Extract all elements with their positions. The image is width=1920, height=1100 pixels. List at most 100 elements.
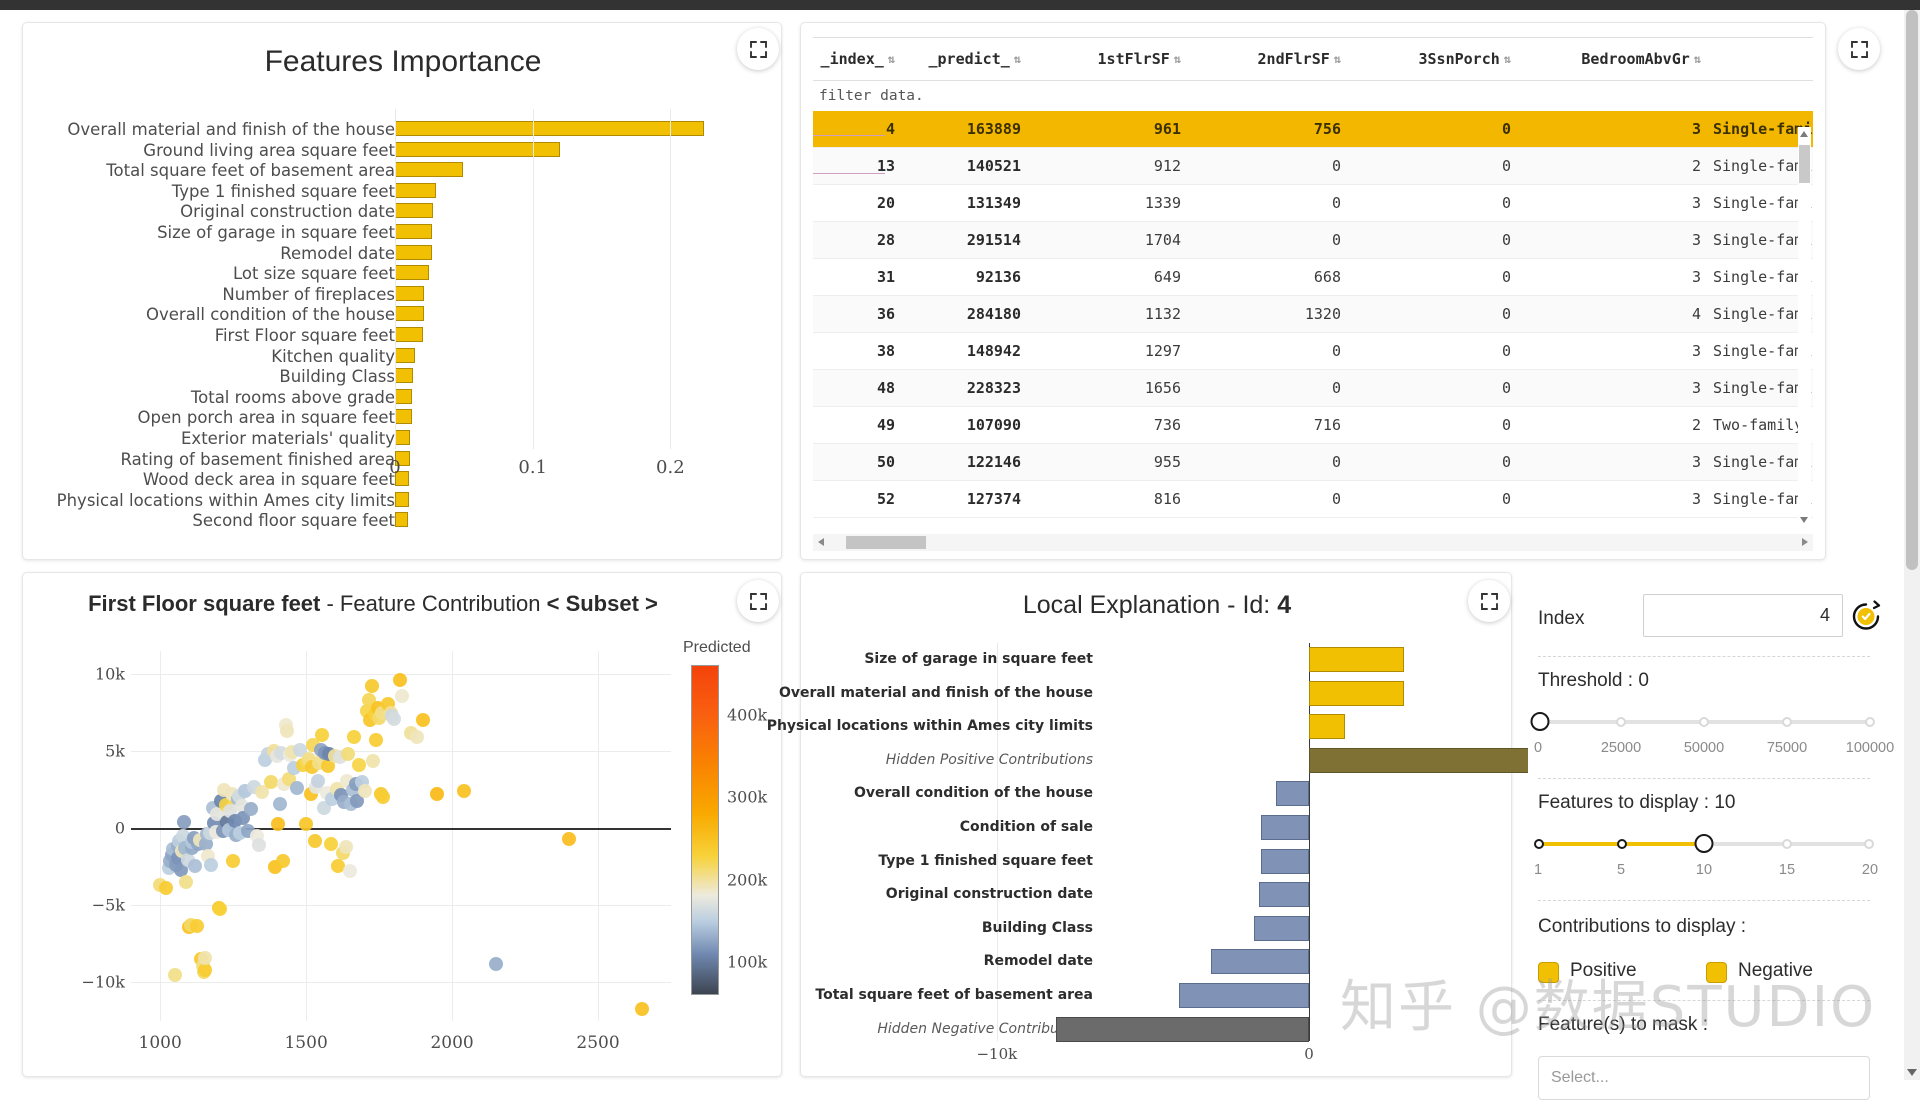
table-column-header[interactable]: BldgType⇅: [1707, 37, 1813, 81]
expand-icon-feature-contribution[interactable]: [737, 580, 779, 622]
page-scroll-thumb[interactable]: [1906, 10, 1918, 570]
scatter-point[interactable]: [347, 730, 362, 745]
sort-arrows-icon[interactable]: ⇅: [1504, 52, 1511, 66]
table-filter-row[interactable]: filter data.: [813, 81, 1813, 112]
table-vertical-scrollbar[interactable]: [1798, 127, 1811, 527]
scatter-point[interactable]: [395, 688, 410, 703]
features-slider-handle[interactable]: [1694, 834, 1714, 853]
local-explanation-bar-row[interactable]: Overall material and finish of the house: [779, 677, 1499, 711]
local-explanation-bar[interactable]: [1210, 949, 1309, 975]
features-importance-bar-row[interactable]: Ground living area square feet: [73, 140, 753, 161]
table-row[interactable]: 282915141704003Single-family Detached: [813, 221, 1813, 259]
features-slider-node-20[interactable]: [1864, 839, 1874, 849]
scatter-point[interactable]: [338, 839, 353, 854]
features-slider-node-15[interactable]: [1782, 839, 1792, 849]
local-explanation-bar[interactable]: [1254, 915, 1309, 941]
local-explanation-bar[interactable]: [1276, 781, 1309, 807]
local-explanation-bar-row[interactable]: Building Class: [819, 912, 1499, 946]
local-explanation-bar[interactable]: [1309, 680, 1405, 706]
table-row[interactable]: 319213664966803Single-family Detached: [813, 258, 1813, 296]
table-filter-input[interactable]: filter data.: [813, 81, 1813, 112]
scatter-point[interactable]: [369, 733, 384, 748]
features-slider-node-5[interactable]: [1617, 839, 1627, 849]
table-row[interactable]: 416388996175603Single-family Detached: [813, 111, 1813, 148]
expand-icon-data-table[interactable]: [1838, 28, 1880, 70]
scatter-point[interactable]: [364, 679, 379, 694]
features-importance-bar-row[interactable]: Number of fireplaces: [73, 284, 753, 305]
sort-arrows-icon[interactable]: ⇅: [1334, 52, 1341, 66]
features-importance-bar[interactable]: [395, 285, 424, 301]
local-explanation-bar[interactable]: [1260, 814, 1309, 840]
local-explanation-bar[interactable]: [1309, 714, 1345, 740]
scatter-point[interactable]: [176, 815, 191, 830]
table-horizontal-scrollbar[interactable]: [813, 534, 1813, 551]
threshold-slider-node[interactable]: [1865, 717, 1875, 727]
features-importance-bar-row[interactable]: Total rooms above grade: [73, 387, 753, 408]
local-explanation-bar-row[interactable]: Hidden Positive Contributions: [819, 744, 1545, 778]
features-importance-bar[interactable]: [395, 182, 436, 198]
local-explanation-bar-row[interactable]: Type 1 finished square feet: [819, 845, 1499, 879]
features-slider[interactable]: [1534, 834, 1874, 854]
local-explanation-bar-row[interactable]: Overall condition of the house: [819, 777, 1499, 811]
scatter-point[interactable]: [357, 784, 372, 799]
scatter-point[interactable]: [252, 838, 267, 853]
scatter-point[interactable]: [299, 817, 314, 832]
table-column-header[interactable]: 3SsnPorch ⇅: [1347, 37, 1517, 81]
scatter-point[interactable]: [213, 902, 228, 917]
features-importance-bar-row[interactable]: Open porch area in square feet: [73, 407, 753, 428]
refresh-check-icon[interactable]: [1850, 600, 1882, 632]
scroll-down-arrow-icon[interactable]: [1800, 517, 1808, 523]
local-explanation-bar[interactable]: [1056, 1016, 1309, 1042]
features-importance-bar[interactable]: [395, 121, 705, 136]
scroll-right-arrow-icon[interactable]: [1802, 538, 1808, 546]
features-importance-bar[interactable]: [395, 244, 432, 260]
table-row[interactable]: 52127374816003Single-family Detached: [813, 480, 1813, 518]
table-column-header[interactable]: 2ndFlrSF ⇅: [1187, 37, 1347, 81]
table-column-header[interactable]: _predict_ ⇅: [901, 37, 1027, 81]
features-importance-bar[interactable]: [395, 347, 415, 363]
local-explanation-bar[interactable]: [1309, 647, 1405, 672]
local-explanation-bar-row[interactable]: Condition of sale: [819, 811, 1499, 845]
local-explanation-bar-row[interactable]: Remodel date: [819, 945, 1499, 979]
table-row[interactable]: 482283231656003Single-family Detached: [813, 369, 1813, 407]
scroll-up-arrow-icon[interactable]: [1800, 131, 1808, 137]
scatter-point[interactable]: [488, 956, 503, 971]
local-explanation-bar[interactable]: [1179, 982, 1309, 1008]
features-importance-bar-row[interactable]: Original construction date: [73, 201, 753, 222]
scatter-point[interactable]: [634, 1001, 649, 1016]
features-importance-bar-row[interactable]: First Floor square feet: [73, 325, 753, 346]
vertical-scroll-thumb[interactable]: [1799, 145, 1810, 183]
table-row[interactable]: 381489421297003Single-family Detached: [813, 332, 1813, 370]
sort-arrows-icon[interactable]: ⇅: [888, 52, 895, 66]
local-explanation-bar-row[interactable]: Size of garage in square feet: [819, 643, 1499, 677]
table-row[interactable]: 4910709073671602Two-family Conversion; o…: [813, 406, 1813, 444]
threshold-slider-node[interactable]: [1699, 717, 1709, 727]
local-explanation-bar[interactable]: [1260, 848, 1309, 874]
features-importance-bar-row[interactable]: Building Class: [73, 366, 753, 387]
scatter-point[interactable]: [307, 834, 322, 849]
local-explanation-bar[interactable]: [1309, 747, 1545, 773]
features-importance-bar[interactable]: [395, 141, 560, 157]
local-explanation-bar-row[interactable]: Physical locations within Ames city limi…: [767, 710, 1499, 744]
threshold-slider-node[interactable]: [1616, 717, 1626, 727]
table-column-header[interactable]: BedroomAbvGr ⇅: [1517, 37, 1707, 81]
table-row[interactable]: 13140521912002Single-family Detached: [813, 147, 1813, 185]
scatter-point[interactable]: [430, 786, 445, 801]
features-importance-bar-row[interactable]: Kitchen quality: [73, 346, 753, 367]
threshold-slider[interactable]: [1530, 712, 1875, 732]
scatter-point[interactable]: [280, 724, 295, 739]
features-slider-node-1[interactable]: [1534, 839, 1544, 849]
features-importance-bar-row[interactable]: Remodel date: [73, 243, 753, 264]
scatter-point[interactable]: [167, 967, 182, 982]
threshold-slider-node[interactable]: [1782, 717, 1792, 727]
expand-icon-local-explanation[interactable]: [1468, 580, 1510, 622]
table-row[interactable]: 50122146955003Single-family Detached: [813, 443, 1813, 481]
scatter-point[interactable]: [159, 881, 174, 896]
local-explanation-bar[interactable]: [1259, 882, 1309, 908]
features-importance-bar[interactable]: [395, 409, 412, 425]
scatter-point[interactable]: [179, 875, 194, 890]
scatter-point[interactable]: [275, 854, 290, 869]
features-importance-bar[interactable]: [395, 306, 424, 322]
features-importance-bar[interactable]: [395, 326, 424, 342]
features-importance-bar-row[interactable]: Total square feet of basement area: [73, 160, 753, 181]
